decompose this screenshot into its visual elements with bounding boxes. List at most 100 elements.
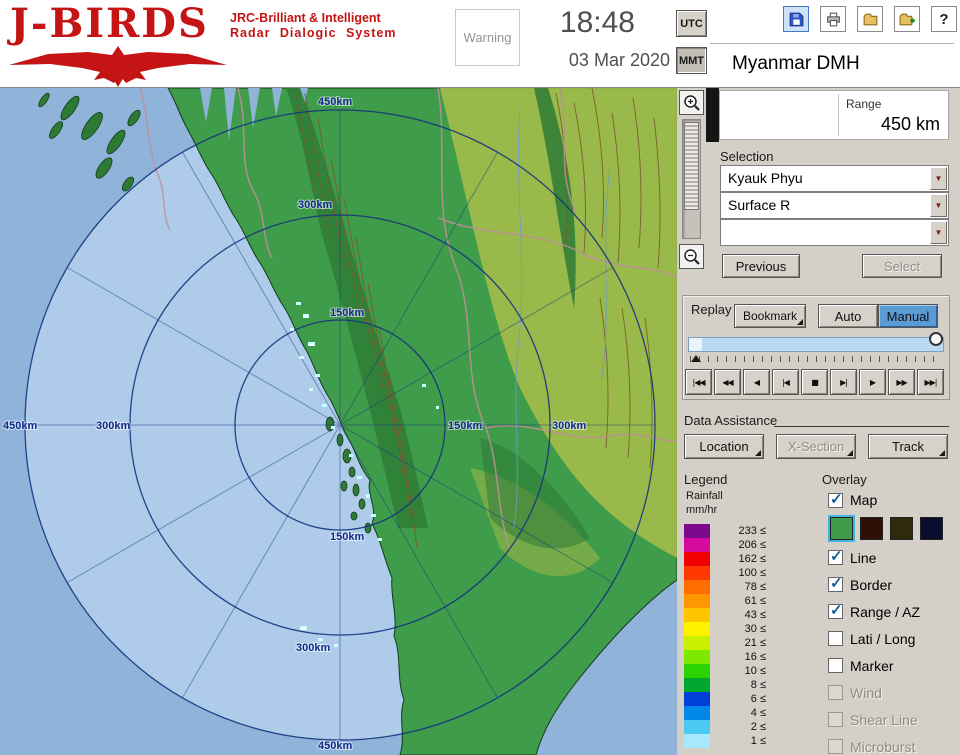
corner-arrow-icon: [755, 450, 761, 456]
print-button[interactable]: [820, 6, 846, 32]
overlay-item-label: Map: [850, 492, 877, 508]
legend-color-swatch: [684, 580, 710, 594]
mmt-button[interactable]: MMT: [676, 47, 707, 74]
radar-map-canvas: 450km 300km 150km 450km 300km 150km 300k…: [0, 88, 677, 755]
data-assistance-label: Data Assistance: [684, 413, 777, 428]
overlay-item[interactable]: Line: [828, 544, 958, 571]
range-ring-label: 150km: [448, 420, 482, 432]
playback-button[interactable]: ◀: [743, 369, 770, 395]
checkbox[interactable]: [828, 712, 843, 727]
auto-button[interactable]: Auto: [818, 304, 878, 328]
bookmark-button[interactable]: Bookmark: [734, 304, 806, 328]
product-dropdown[interactable]: Surface R ▼: [720, 192, 949, 219]
utc-button[interactable]: UTC: [676, 10, 707, 37]
save-button[interactable]: [783, 6, 809, 32]
legend-entry: 162 ≤: [684, 552, 766, 566]
overlay-item[interactable]: Lati / Long: [828, 625, 958, 652]
legend-entry: 2 ≤: [684, 720, 766, 734]
checkbox[interactable]: [828, 550, 843, 565]
replay-timeline-slider[interactable]: [688, 337, 944, 352]
overlay-item[interactable]: Shear Line: [828, 706, 958, 733]
help-icon: ?: [939, 11, 948, 28]
legend-color-swatch: [684, 734, 710, 748]
legend-value: 6 ≤: [710, 693, 766, 705]
zoom-out-button[interactable]: [679, 244, 704, 269]
chevron-down-icon[interactable]: ▼: [930, 167, 947, 190]
legend-color-swatch: [684, 706, 710, 720]
playback-button[interactable]: |◀: [772, 369, 799, 395]
open-folder-icon: [862, 11, 879, 28]
range-ring-label: 150km: [330, 531, 364, 543]
overlay-item[interactable]: Marker: [828, 652, 958, 679]
legend-scale: 233 ≤ 206 ≤ 162 ≤ 100 ≤: [684, 524, 766, 748]
checkbox[interactable]: [828, 577, 843, 592]
legend-unit-line2: mm/hr: [686, 504, 717, 516]
checkbox[interactable]: [828, 631, 843, 646]
save-icon: [788, 11, 805, 28]
zoom-in-button[interactable]: [679, 90, 704, 115]
chevron-down-icon[interactable]: ▼: [930, 194, 947, 217]
zoom-slider[interactable]: [682, 119, 701, 239]
radar-map-view[interactable]: 450km 300km 150km 450km 300km 150km 300k…: [0, 88, 677, 755]
map-style-swatch[interactable]: [890, 517, 913, 540]
playback-button[interactable]: ▶|: [830, 369, 857, 395]
data-assistance-button[interactable]: X-Section: [776, 434, 856, 459]
overlay-item[interactable]: Microburst: [828, 733, 958, 755]
export-button[interactable]: [894, 6, 920, 32]
legend-color-swatch: [684, 566, 710, 580]
range-panel-accent: [706, 88, 719, 142]
playback-button[interactable]: ◀◀: [714, 369, 741, 395]
legend-color-swatch: [684, 622, 710, 636]
overlay-item[interactable]: Wind: [828, 679, 958, 706]
help-button[interactable]: ?: [931, 6, 957, 32]
export-icon: [899, 11, 916, 28]
option-dropdown[interactable]: ▼: [720, 219, 949, 246]
legend-entry: 1 ≤: [684, 734, 766, 748]
map-style-swatch[interactable]: [860, 517, 883, 540]
legend-entry: 100 ≤: [684, 566, 766, 580]
checkbox[interactable]: [828, 685, 843, 700]
checkbox[interactable]: [828, 493, 843, 508]
header-bar: J-BIRDS JRC-Brilliant & Intelligent Rada…: [0, 0, 960, 88]
legend-entry: 10 ≤: [684, 664, 766, 678]
legend-value: 21 ≤: [710, 637, 766, 649]
playback-button[interactable]: ▶▶|: [917, 369, 944, 395]
overlay-item[interactable]: Range / AZ: [828, 598, 958, 625]
timeline-slider-handle[interactable]: [929, 332, 943, 346]
data-assistance-button[interactable]: Location: [684, 434, 764, 459]
overlay-item[interactable]: Border: [828, 571, 958, 598]
corner-arrow-icon: [797, 319, 803, 325]
playback-button[interactable]: ■: [801, 369, 828, 395]
manual-button[interactable]: Manual: [878, 304, 938, 328]
corner-arrow-icon: [939, 450, 945, 456]
legend-color-swatch: [684, 720, 710, 734]
select-button[interactable]: Select: [862, 254, 942, 278]
replay-label: Replay: [691, 302, 731, 317]
legend-value: 2 ≤: [710, 721, 766, 733]
open-folder-button[interactable]: [857, 6, 883, 32]
legend-entry: 8 ≤: [684, 678, 766, 692]
checkbox[interactable]: [828, 604, 843, 619]
data-assistance-button[interactable]: Track: [868, 434, 948, 459]
range-ring-label: 450km: [318, 740, 352, 752]
map-style-swatch[interactable]: [830, 517, 853, 540]
timeline-position-marker-icon: [691, 355, 701, 362]
chevron-down-icon[interactable]: ▼: [930, 221, 947, 244]
overlay-item-map[interactable]: Map: [828, 488, 958, 512]
playback-button[interactable]: ▶: [859, 369, 886, 395]
checkbox[interactable]: [828, 658, 843, 673]
legend-entry: 21 ≤: [684, 636, 766, 650]
legend-color-swatch: [684, 692, 710, 706]
map-style-swatch[interactable]: [920, 517, 943, 540]
clock-time: 18:48: [515, 6, 635, 40]
checkbox[interactable]: [828, 739, 843, 754]
range-ring-label: 300km: [552, 420, 586, 432]
zoom-slider-handle[interactable]: [684, 122, 699, 210]
previous-button[interactable]: Previous: [722, 254, 800, 278]
overlay-item-label: Shear Line: [850, 712, 918, 728]
playback-button[interactable]: |◀◀: [685, 369, 712, 395]
range-panel: Range 450 km: [719, 90, 949, 140]
playback-button[interactable]: ▶▶: [888, 369, 915, 395]
site-dropdown[interactable]: Kyauk Phyu ▼: [720, 165, 949, 192]
control-panel: Range 450 km Selection Kyauk Phyu ▼ Surf…: [677, 88, 960, 755]
